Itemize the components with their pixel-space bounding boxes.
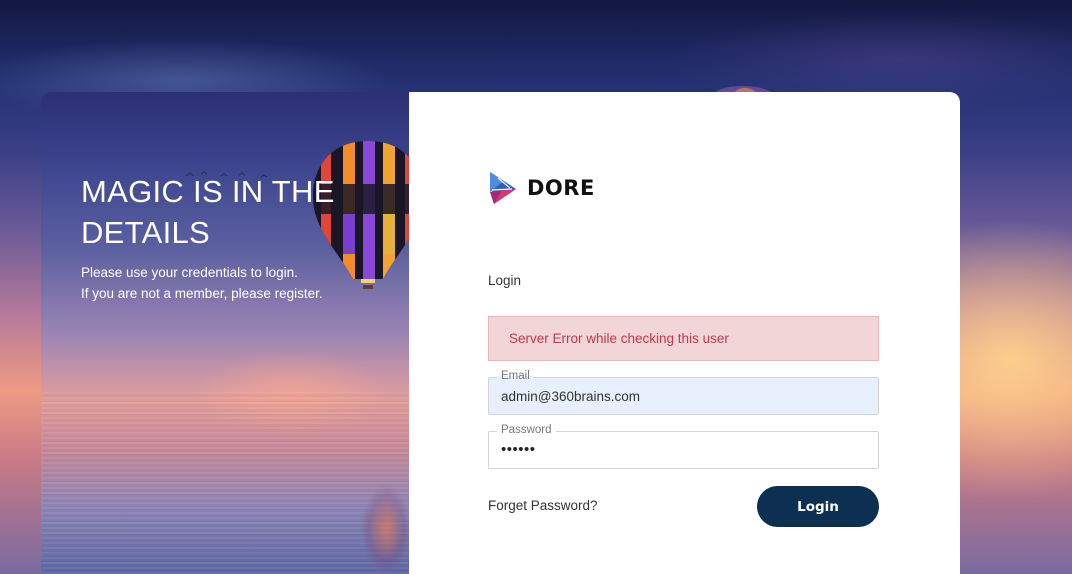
balloon-reflection	[356, 484, 416, 574]
water-texture	[41, 392, 409, 574]
dore-logo-icon	[490, 172, 516, 204]
login-card: MAGIC IS IN THE DETAILS Please use your …	[41, 92, 960, 574]
email-label: Email	[497, 369, 534, 383]
password-label: Password	[497, 423, 556, 437]
email-field[interactable]: Email admin@360brains.com	[488, 369, 879, 415]
hero-panel: MAGIC IS IN THE DETAILS Please use your …	[41, 92, 423, 574]
password-field[interactable]: Password ••••••	[488, 423, 879, 469]
forget-password-link[interactable]: Forget Password?	[488, 498, 598, 513]
error-message: Server Error while checking this user	[509, 331, 729, 346]
login-heading: Login	[488, 273, 522, 288]
error-alert: Server Error while checking this user	[488, 316, 879, 361]
email-input[interactable]: admin@360brains.com	[501, 389, 640, 404]
hero-title: MAGIC IS IN THE DETAILS	[81, 174, 335, 250]
brand-name: DORE	[527, 176, 595, 200]
hero-subtitle-line1: Please use your credentials to login.	[81, 265, 298, 280]
brand: DORE	[488, 170, 595, 206]
login-button[interactable]: Login	[757, 486, 879, 527]
hero-subtitle-line2: If you are not a member, please register…	[81, 286, 323, 301]
login-form-panel: DORE Login Server Error while checking t…	[409, 92, 960, 574]
hero-subtitle: Please use your credentials to login. If…	[81, 262, 401, 304]
password-input[interactable]: ••••••	[501, 441, 536, 458]
